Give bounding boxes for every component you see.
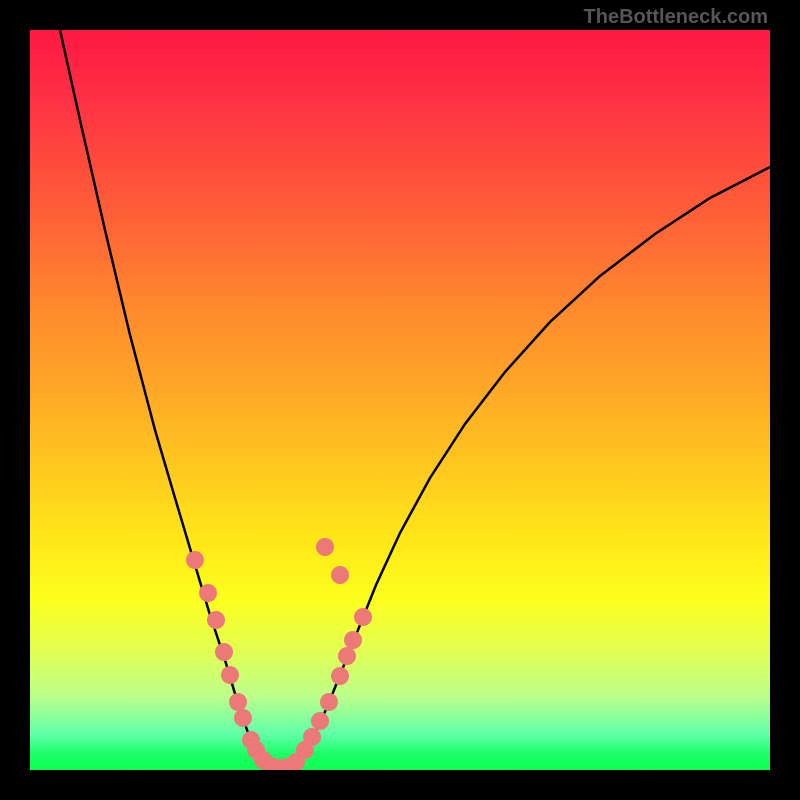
data-point bbox=[215, 643, 233, 661]
chart-frame: TheBottleneck.com bbox=[0, 0, 800, 800]
data-point bbox=[316, 538, 334, 556]
data-point bbox=[338, 647, 356, 665]
data-point bbox=[221, 666, 239, 684]
data-point bbox=[234, 709, 252, 727]
chart-svg bbox=[30, 30, 770, 770]
data-points-group bbox=[186, 538, 372, 770]
data-point bbox=[229, 693, 247, 711]
border-right bbox=[770, 0, 800, 800]
data-point bbox=[331, 566, 349, 584]
data-point bbox=[354, 608, 372, 626]
border-bottom bbox=[0, 770, 800, 800]
border-left bbox=[0, 0, 30, 800]
data-point bbox=[311, 712, 329, 730]
bottleneck-curve bbox=[60, 30, 770, 768]
watermark-text: TheBottleneck.com bbox=[584, 6, 768, 29]
data-point bbox=[186, 551, 204, 569]
data-point bbox=[207, 611, 225, 629]
data-point bbox=[344, 631, 362, 649]
data-point bbox=[199, 584, 217, 602]
data-point bbox=[331, 667, 349, 685]
data-point bbox=[320, 693, 338, 711]
data-point bbox=[303, 728, 321, 746]
